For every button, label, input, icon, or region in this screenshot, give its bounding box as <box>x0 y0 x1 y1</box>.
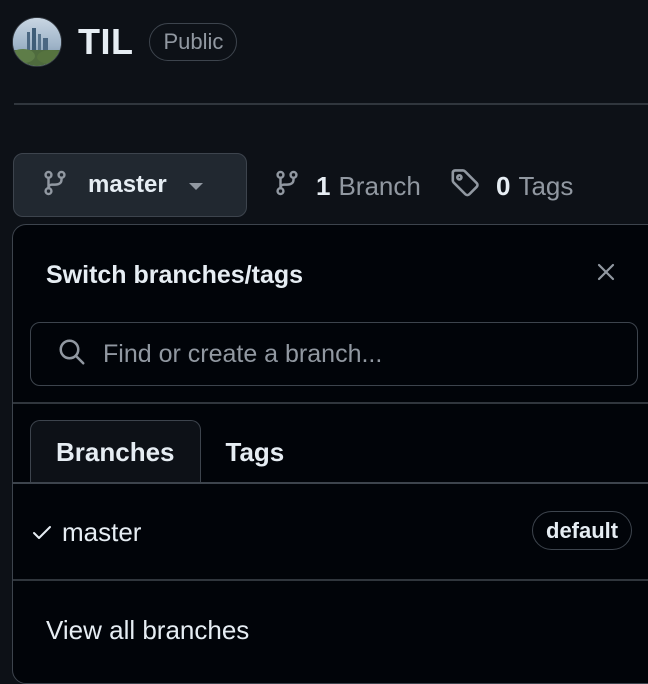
branch-list-item-name: master <box>62 517 142 547</box>
close-icon <box>596 262 616 287</box>
tag-icon <box>450 168 480 205</box>
default-branch-badge: default <box>532 511 633 550</box>
visibility-badge: Public <box>149 23 238 61</box>
branches-count-link[interactable]: 1 Branch <box>274 168 421 204</box>
tab-branches[interactable]: Branches <box>30 420 201 484</box>
check-icon <box>32 525 52 546</box>
search-icon <box>57 337 87 372</box>
repo-header: TIL Public <box>12 16 238 68</box>
branch-search-box[interactable] <box>30 322 638 386</box>
tag-count-label: Tags <box>518 170 574 201</box>
triangle-down-icon <box>188 182 203 190</box>
avatar[interactable] <box>12 17 62 67</box>
current-branch-name: master <box>88 171 167 198</box>
dropdown-tabs: Branches Tags <box>30 420 309 484</box>
dropdown-title: Switch branches/tags <box>46 261 304 289</box>
branch-list-item[interactable]: master default <box>13 484 648 579</box>
tags-count-link[interactable]: 0 Tags <box>450 168 573 204</box>
row-divider <box>13 579 648 581</box>
git-branch-icon <box>42 169 68 202</box>
branch-search-input[interactable] <box>101 338 621 370</box>
header-divider <box>14 103 648 105</box>
branch-count-label: Branch <box>338 170 421 201</box>
branch-select-button[interactable]: master <box>13 153 247 217</box>
search-divider <box>13 402 648 404</box>
repo-name[interactable]: TIL <box>78 21 133 63</box>
tab-tags[interactable]: Tags <box>201 420 310 484</box>
git-branch-icon <box>274 169 300 204</box>
switch-branches-dropdown: Switch branches/tags Branches Tags maste… <box>12 224 648 684</box>
view-all-branches-link[interactable]: View all branches <box>46 615 249 646</box>
branch-count: 1 <box>316 170 331 201</box>
close-button[interactable] <box>591 259 621 289</box>
avatar-image <box>13 18 61 66</box>
tag-count: 0 <box>496 170 511 201</box>
